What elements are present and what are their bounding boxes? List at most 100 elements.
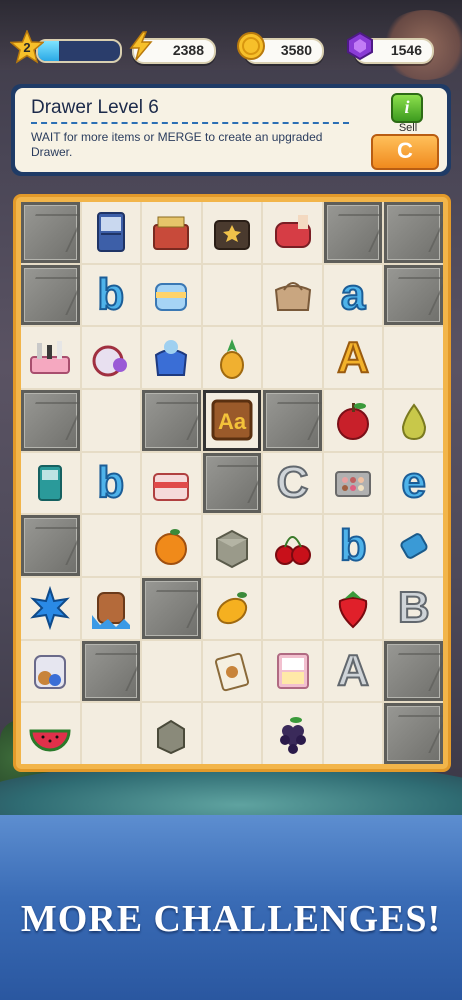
candy-tile[interactable]	[384, 515, 443, 576]
pineapple-icon	[219, 338, 244, 379]
makeup-palette-tile[interactable]	[323, 452, 383, 514]
cookie-bag-icon	[34, 654, 67, 689]
watermelon-tile[interactable]	[21, 703, 80, 764]
handbag-tile[interactable]	[263, 264, 322, 326]
pear-tile[interactable]	[384, 390, 443, 451]
letter-tile[interactable]: C	[263, 452, 322, 514]
letter-B-icon: B	[397, 583, 431, 633]
chest-tile[interactable]	[202, 202, 262, 263]
orange-tile[interactable]	[142, 515, 201, 576]
letter-tile[interactable]: b	[81, 452, 141, 514]
ice-crystal-icon	[30, 586, 71, 631]
locked-stone-tile[interactable]	[21, 515, 80, 576]
yarn-icon	[92, 345, 127, 377]
cardboard-small-tile[interactable]	[142, 703, 201, 764]
letter-tile[interactable]: a	[323, 264, 383, 326]
empty-tile[interactable]	[263, 578, 322, 639]
locked-stone-tile[interactable]	[323, 202, 383, 263]
apple-tile[interactable]	[323, 390, 383, 451]
strawberry-tile[interactable]	[323, 578, 383, 639]
locked-stone-tile[interactable]	[81, 640, 141, 702]
letter-tile[interactable]: b	[81, 264, 141, 326]
svg-text:Aa: Aa	[218, 409, 247, 434]
Aa-box-tile[interactable]: Aa	[202, 390, 262, 451]
promo-text: MORE CHALLENGES!	[20, 898, 442, 940]
lunchbox-tile[interactable]	[142, 264, 201, 326]
orange-icon	[155, 528, 188, 565]
merge-board: b a A Aa b Ce b B A	[13, 194, 451, 772]
level-star-icon[interactable]: 2	[10, 30, 44, 64]
ice-barrel-tile[interactable]	[81, 578, 141, 639]
cake-box-tile[interactable]	[142, 452, 201, 514]
cherries-icon	[274, 535, 311, 565]
handbag-icon	[274, 282, 311, 311]
locked-stone-tile[interactable]	[384, 264, 443, 326]
locked-stone-tile[interactable]	[384, 703, 443, 764]
yarn-tile[interactable]	[81, 327, 141, 388]
sell-button[interactable]: C	[371, 134, 439, 170]
letter-b-icon: b	[339, 520, 368, 570]
title-divider	[31, 122, 349, 124]
chest-icon	[213, 220, 250, 251]
locked-stone-tile[interactable]	[21, 390, 80, 451]
level-number: 2	[23, 40, 30, 55]
mango-tile[interactable]	[202, 578, 262, 639]
coins-value: 3580	[280, 42, 312, 58]
empty-tile[interactable]	[81, 703, 141, 764]
ice-crystal-tile[interactable]	[21, 578, 80, 639]
letter-tile[interactable]: b	[323, 515, 383, 576]
locked-stone-tile[interactable]	[21, 264, 80, 326]
empty-tile[interactable]	[384, 327, 443, 388]
letter-b-icon: b	[96, 269, 125, 319]
locked-stone-tile[interactable]	[21, 202, 80, 263]
gems-value: 1546	[390, 42, 422, 58]
empty-tile[interactable]	[81, 390, 141, 451]
info-button[interactable]: i	[391, 93, 423, 123]
letter-tile[interactable]: e	[384, 452, 443, 514]
fridge-small-tile[interactable]	[21, 452, 80, 514]
pineapple-tile[interactable]	[202, 327, 262, 388]
empty-tile[interactable]	[323, 703, 383, 764]
empty-tile[interactable]	[81, 515, 141, 576]
item-description: WAIT for more items or MERGE to create a…	[31, 130, 323, 159]
sewing-box-icon	[153, 216, 190, 251]
letter-tile[interactable]: B	[384, 578, 443, 639]
cherries-tile[interactable]	[263, 515, 322, 576]
fridge-tile[interactable]	[81, 202, 141, 263]
lunchbox-icon	[155, 282, 188, 311]
letter-A-icon: A	[336, 645, 370, 695]
pink-fridge-tile[interactable]	[263, 640, 322, 702]
Aa-box-icon: Aa	[211, 399, 253, 441]
locked-stone-tile[interactable]	[202, 452, 262, 514]
promo-banner: MORE CHALLENGES!	[0, 815, 462, 1000]
cardboard-tile[interactable]	[202, 515, 262, 576]
locked-stone-tile[interactable]	[142, 390, 201, 451]
sell-coin-icon: C	[397, 138, 413, 163]
candy-icon	[400, 532, 428, 559]
locked-stone-tile[interactable]	[384, 202, 443, 263]
locked-stone-tile[interactable]	[384, 640, 443, 702]
lightning-icon	[129, 31, 153, 61]
letter-C-icon: C	[276, 457, 310, 507]
cookie-box-tile[interactable]	[202, 640, 262, 702]
cookie-box-icon	[214, 652, 250, 692]
letter-tile[interactable]: A	[323, 640, 383, 702]
watermelon-icon	[29, 729, 71, 752]
makeup-bag-tile[interactable]	[263, 202, 322, 263]
item-title: Drawer Level 6	[31, 97, 159, 118]
empty-tile[interactable]	[202, 703, 262, 764]
letter-tile[interactable]: A	[323, 327, 383, 388]
cookie-bag-tile[interactable]	[21, 640, 80, 702]
sewing-box-tile[interactable]	[142, 202, 201, 263]
empty-tile[interactable]	[263, 327, 322, 388]
item-info-card: Drawer Level 6 WAIT for more items or ME…	[15, 88, 447, 172]
locked-stone-tile[interactable]	[263, 390, 322, 451]
empty-tile[interactable]	[202, 264, 262, 326]
cake-box-icon	[153, 472, 190, 501]
gift-bag-tile[interactable]	[142, 327, 201, 388]
pink-fridge-icon	[276, 652, 309, 689]
grapes-tile[interactable]	[263, 703, 322, 764]
locked-stone-tile[interactable]	[142, 578, 201, 639]
empty-tile[interactable]	[142, 640, 201, 702]
cosmetics-tray-tile[interactable]	[21, 327, 80, 388]
